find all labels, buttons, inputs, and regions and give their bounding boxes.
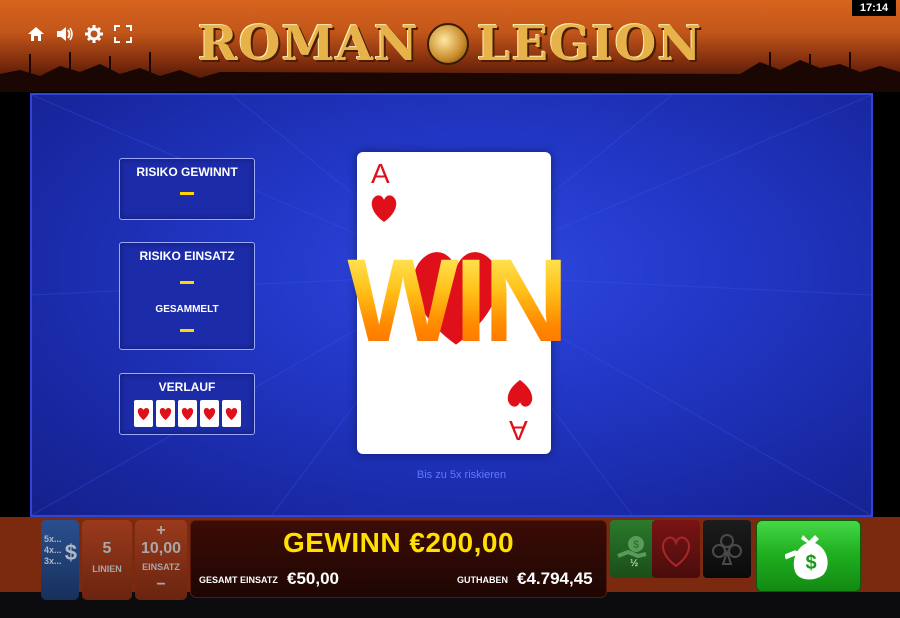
stake-value: 10,00 [140,540,182,557]
lines-label: LINIEN [92,564,122,574]
history-cards [120,400,254,427]
history-panel: VERLAUF [119,373,255,435]
risk-stake-label: RISIKO EINSATZ [139,249,235,263]
card-rank-top: A [371,158,390,189]
gamble-table: RISIKO GEWINNT RISIKO EINSATZ GESAMMELT … [30,93,873,517]
history-card-hearts [199,400,219,427]
svg-text:$: $ [633,539,639,551]
game-header: 17:14 ROMAN LEGION [0,0,900,92]
fullscreen-icon[interactable] [113,24,133,44]
heart-icon [661,536,691,568]
total-stake-label: GESAMT EINSATZ [199,575,278,585]
gamble-hint: Bis zu 5x riskieren [32,469,875,481]
lines-value: 5 [102,540,112,557]
total-stake-value: €50,00 [287,569,339,588]
money-bag-hand-icon: $ [785,535,828,580]
history-card-hearts [177,400,197,427]
speaker-icon[interactable] [55,24,75,44]
multiplier-button[interactable]: 5x... 4x... 3x... $ [41,520,79,600]
win-banner: WIN [332,242,580,360]
half-label: ½ [630,558,639,569]
heart-icon [371,195,397,222]
win-value: €200,00 [409,527,515,558]
gear-icon[interactable] [84,24,104,44]
top-toolbar [26,24,133,44]
game-logo: ROMAN LEGION [180,12,720,76]
risk-win-label: RISIKO GEWINNT [136,165,238,179]
card-rank-bottom: A [509,415,528,446]
red-choice-button[interactable] [652,520,700,578]
heart-icon [507,380,533,407]
balance-label: GUTHABEN [457,575,508,585]
history-label: VERLAUF [158,380,216,394]
info-display: GEWINN €200,00 GESAMT EINSATZ €50,00 GUT… [190,520,607,598]
stake-label: EINSATZ [142,562,180,572]
dollar-icon: $ [64,540,77,565]
collected-label: GESAMMELT [155,304,219,315]
multiplier-options: 5x... 4x... 3x... [44,534,62,566]
stake-control: + 10,00 EINSATZ − [135,520,187,600]
svg-text:$: $ [805,552,816,574]
risk-win-value [180,192,194,195]
risk-stake-value [180,281,194,284]
logo-legion: LEGION [476,16,703,72]
balance-value: €4.794,45 [517,569,593,588]
risk-stake-panel: RISIKO EINSATZ GESAMMELT [119,242,255,350]
win-amount-line: GEWINN €200,00 [191,527,606,559]
lion-medallion-icon [426,23,469,65]
stake-minus-button[interactable]: − [135,576,187,594]
collect-button[interactable]: $ [756,520,861,592]
logo-roman: ROMAN [197,16,419,72]
risk-win-panel: RISIKO GEWINNT [119,158,255,220]
half-gamble-button[interactable]: $ ½ [610,520,658,578]
stake-plus-button[interactable]: + [135,522,187,540]
club-icon [712,534,742,565]
collected-value [180,329,194,332]
gamble-hint-text: Bis zu 5x riskieren [416,469,507,481]
history-card-hearts [133,400,153,427]
black-choice-button[interactable] [703,520,751,578]
win-label: GEWINN [282,527,402,558]
history-card-hearts [221,400,241,427]
history-card-hearts [155,400,175,427]
home-icon[interactable] [26,24,46,44]
lines-button[interactable]: 5 LINIEN [82,520,132,600]
clock: 17:14 [852,0,896,16]
